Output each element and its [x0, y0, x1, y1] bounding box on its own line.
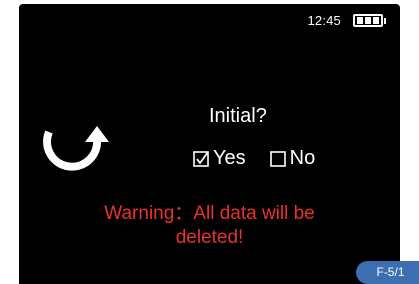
battery-cell — [373, 17, 379, 24]
checkbox-unchecked-icon[interactable] — [269, 150, 286, 167]
status-bar: 12:45 — [307, 13, 386, 28]
undo-arrow-icon[interactable] — [37, 112, 109, 174]
option-no-label: No — [289, 147, 316, 169]
option-no[interactable]: No — [269, 147, 316, 170]
warning-line-2: deleted! — [175, 227, 244, 248]
checkbox-checked-icon[interactable] — [193, 150, 209, 167]
warning-message: Warning：All data will be deleted! — [19, 202, 400, 250]
device-frame: 12:45 Initial? Yes No Warning：All data w… — [0, 0, 419, 284]
option-yes[interactable]: Yes — [193, 147, 246, 170]
warning-line-1: Warning：All data will be — [104, 203, 315, 224]
battery-tip — [384, 17, 386, 24]
battery-cell — [357, 17, 363, 24]
clock-time: 12:45 — [307, 13, 341, 28]
options-group: Yes No — [193, 147, 315, 170]
page-tag: F-5/1 — [356, 261, 419, 284]
dialog-question: Initial? — [209, 105, 267, 127]
battery-body — [353, 14, 383, 27]
battery-cell — [365, 17, 371, 24]
battery-full-icon — [353, 14, 386, 27]
screen: 12:45 Initial? Yes No Warning：All data w… — [19, 4, 400, 284]
option-yes-label: Yes — [213, 147, 246, 169]
